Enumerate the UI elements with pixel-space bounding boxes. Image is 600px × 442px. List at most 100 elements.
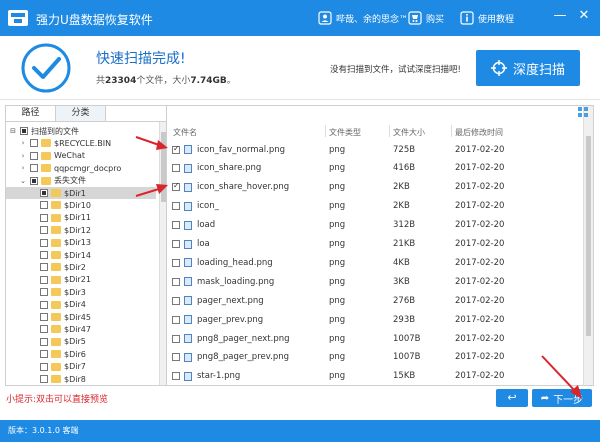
file-checkbox[interactable]: [172, 144, 180, 154]
buy-link[interactable]: 购买: [408, 11, 444, 25]
expander-icon[interactable]: ›: [19, 152, 27, 160]
tree-item[interactable]: $Dir4: [6, 299, 156, 311]
tab-path[interactable]: 路径: [6, 106, 56, 121]
tree-item-checkbox[interactable]: [40, 375, 48, 383]
tree-item[interactable]: $Dir5: [6, 336, 156, 348]
tree-item-checkbox[interactable]: [40, 313, 48, 321]
tree-item-checkbox[interactable]: [30, 139, 38, 148]
tree-item-checkbox[interactable]: [40, 238, 48, 247]
tree-item[interactable]: $Dir7: [6, 361, 156, 373]
file-checkbox[interactable]: [172, 334, 180, 343]
minimize-button[interactable]: —: [552, 8, 568, 24]
tree-item[interactable]: $Dir3: [6, 286, 156, 298]
file-checkbox[interactable]: [172, 202, 180, 211]
tree-item-checkbox[interactable]: [30, 164, 38, 173]
tab-category[interactable]: 分类: [56, 106, 106, 121]
tree-item-checkbox[interactable]: [40, 325, 48, 334]
user-account-link[interactable]: 哔哉、余的思念™: [318, 11, 408, 25]
file-row[interactable]: pager_next.png png 276B 2017-02-20: [167, 291, 585, 310]
tree-item[interactable]: $Dir45: [6, 311, 156, 323]
tree-item[interactable]: $Dir13: [6, 237, 156, 249]
column-header-date[interactable]: 最后修改时间: [455, 127, 503, 138]
file-row[interactable]: icon_share_hover.png png 2KB 2017-02-20: [167, 178, 585, 197]
next-button[interactable]: ➦ 下一步: [532, 389, 592, 407]
file-name: pager_prev.png: [197, 314, 264, 325]
file-checkbox[interactable]: [172, 296, 180, 305]
file-row[interactable]: loading_head.png png 4KB 2017-02-20: [167, 253, 585, 272]
file-row[interactable]: pager_prev.png png 293B 2017-02-20: [167, 310, 585, 329]
tree-item[interactable]: $Dir1: [6, 187, 156, 199]
tree-item-checkbox[interactable]: [40, 300, 48, 309]
tree-item-label: $Dir3: [64, 287, 86, 297]
image-file-icon: [184, 352, 192, 362]
file-type: png: [329, 352, 346, 363]
file-row[interactable]: loa png 21KB 2017-02-20: [167, 235, 585, 254]
image-file-icon: [184, 239, 192, 249]
tree-item-checkbox[interactable]: [40, 226, 48, 235]
tree-item[interactable]: $Dir8: [6, 373, 156, 385]
tree-item-checkbox[interactable]: [40, 288, 48, 297]
tree-item[interactable]: › qqpcmgr_docpro: [6, 162, 156, 174]
close-button[interactable]: ✕: [576, 8, 592, 24]
tree-item-checkbox[interactable]: [20, 127, 28, 135]
tree-item[interactable]: $Dir12: [6, 224, 156, 236]
tree-item-checkbox[interactable]: [40, 362, 48, 371]
tree-item-checkbox[interactable]: [40, 189, 48, 197]
file-checkbox[interactable]: [172, 164, 180, 173]
tree-item[interactable]: $Dir10: [6, 199, 156, 211]
expander-icon[interactable]: ⌄: [19, 177, 27, 185]
file-size: 293B: [393, 314, 416, 325]
back-button[interactable]: ↩: [496, 389, 528, 407]
tree-item[interactable]: › $RECYCLE.BIN: [6, 137, 156, 149]
file-checkbox[interactable]: [172, 353, 180, 362]
column-header-name[interactable]: 文件名: [173, 127, 197, 138]
file-checkbox[interactable]: [172, 277, 180, 286]
file-row[interactable]: icon_fav_normal.png png 725B 2017-02-20: [167, 140, 585, 159]
file-checkbox[interactable]: [172, 372, 180, 381]
expander-icon[interactable]: ›: [19, 164, 27, 172]
file-list-scrollbar-thumb[interactable]: [586, 136, 591, 336]
file-row[interactable]: icon_ png 2KB 2017-02-20: [167, 197, 585, 216]
file-row[interactable]: icon_share.png png 416B 2017-02-20: [167, 159, 585, 178]
tree-item[interactable]: $Dir47: [6, 323, 156, 335]
tree-item-checkbox[interactable]: [40, 213, 48, 222]
tree-item-checkbox[interactable]: [30, 176, 38, 185]
tree-item[interactable]: › WeChat: [6, 150, 156, 162]
file-row[interactable]: load png 312B 2017-02-20: [167, 216, 585, 235]
tree-item[interactable]: $Dir14: [6, 249, 156, 261]
tree-item-checkbox[interactable]: [40, 251, 48, 259]
tree-item[interactable]: ⌄ 丢失文件: [6, 175, 156, 187]
file-name: icon_share.png: [197, 163, 262, 174]
column-header-size[interactable]: 文件大小: [393, 127, 425, 138]
tree-item[interactable]: ⊟ 扫描到的文件: [6, 125, 156, 137]
file-count: 23304: [105, 76, 137, 86]
file-row[interactable]: png8_pager_next.png png 1007B 2017-02-20: [167, 329, 585, 348]
tree-item-checkbox[interactable]: [40, 337, 48, 346]
tree-item-checkbox[interactable]: [40, 350, 48, 359]
tree-item[interactable]: $Dir6: [6, 348, 156, 360]
tree-item[interactable]: $Dir2: [6, 261, 156, 273]
deep-scan-button[interactable]: 深度扫描: [476, 50, 580, 86]
tree-item[interactable]: $Dir11: [6, 212, 156, 224]
tree-item-label: $Dir7: [64, 362, 86, 372]
file-row[interactable]: mask_loading.png png 3KB 2017-02-20: [167, 272, 585, 291]
file-checkbox[interactable]: [172, 240, 180, 248]
tree-item-checkbox[interactable]: [40, 275, 48, 284]
tutorial-link[interactable]: 使用教程: [460, 11, 514, 25]
expander-icon[interactable]: ›: [19, 139, 27, 147]
file-checkbox[interactable]: [172, 315, 180, 324]
tree-item-checkbox[interactable]: [40, 201, 48, 210]
tree-item-checkbox[interactable]: [30, 151, 38, 160]
file-row[interactable]: png8_pager_prev.png png 1007B 2017-02-20: [167, 348, 585, 367]
column-header-type[interactable]: 文件类型: [329, 127, 361, 138]
tree-item[interactable]: $Dir21: [6, 274, 156, 286]
file-checkbox[interactable]: [172, 221, 180, 230]
grid-view-icon[interactable]: [578, 107, 588, 117]
file-checkbox[interactable]: [172, 181, 180, 192]
expander-icon[interactable]: ⊟: [9, 127, 17, 135]
file-checkbox[interactable]: [172, 258, 180, 267]
tree-item-checkbox[interactable]: [40, 263, 48, 272]
file-row[interactable]: star-1.png png 15KB 2017-02-20: [167, 367, 585, 385]
folder-icon: [51, 275, 61, 284]
file-size: 15KB: [393, 371, 416, 382]
